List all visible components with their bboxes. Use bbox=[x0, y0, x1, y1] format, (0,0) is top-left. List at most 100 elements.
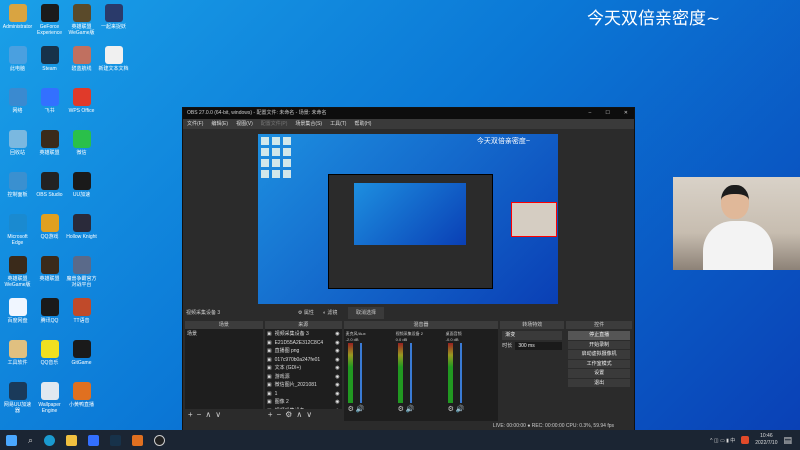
visibility-eye-icon[interactable]: ◉ bbox=[335, 356, 339, 365]
volume-slider[interactable] bbox=[459, 343, 462, 403]
control-button[interactable]: 开始录制 bbox=[568, 340, 630, 349]
desktop-icon[interactable]: 英雄联盟 bbox=[34, 128, 65, 170]
properties-button[interactable]: ⚙ 属性 bbox=[298, 307, 314, 319]
filters-button[interactable]: ◐ 滤镜 bbox=[323, 307, 337, 319]
desktop-icon[interactable]: 工具软件 bbox=[2, 338, 33, 380]
source-item[interactable]: ▣ E21D55A2E312C8C4 ◉ bbox=[267, 339, 340, 348]
volume-slider[interactable] bbox=[409, 343, 412, 403]
desktop-icon-label: TT语音 bbox=[73, 318, 90, 324]
maximize-button[interactable]: ☐ bbox=[605, 108, 609, 119]
desktop-icon[interactable]: 微信 bbox=[66, 128, 97, 170]
desktop-icon[interactable]: Administrator bbox=[2, 2, 33, 44]
source-item[interactable]: ▣ 文本 (GDI+) ◉ bbox=[267, 364, 340, 373]
desktop-icon[interactable]: GitGame bbox=[66, 338, 97, 380]
desktop-icon[interactable]: 魔兽争霸官方对战平台 bbox=[66, 254, 97, 296]
desktop-icon[interactable]: WPS Office bbox=[66, 86, 97, 128]
tray-app-icon[interactable] bbox=[741, 436, 750, 444]
desktop-icon[interactable]: 碧蓝航线 bbox=[66, 44, 97, 86]
menu-item[interactable]: 工具(T) bbox=[330, 119, 346, 129]
visibility-eye-icon[interactable]: ◉ bbox=[335, 381, 339, 390]
search-icon[interactable]: ⌕ bbox=[28, 435, 33, 446]
control-button[interactable]: 启动虚拟摄像机 bbox=[568, 350, 630, 359]
desktop-icon[interactable]: Steam bbox=[34, 44, 65, 86]
desktop-icon[interactable]: 网络 bbox=[2, 86, 33, 128]
menu-item[interactable]: 场景集合(S) bbox=[295, 119, 322, 129]
channel-settings-icon[interactable]: ⚙ 🔊 bbox=[348, 405, 365, 413]
desktop-icon[interactable]: 飞书 bbox=[34, 86, 65, 128]
source-type-icon: ▣ bbox=[266, 331, 272, 337]
app-taskbar-icon[interactable] bbox=[132, 434, 144, 446]
visibility-eye-icon[interactable]: ◉ bbox=[335, 390, 339, 399]
scene-list-controls[interactable]: +−∧∨ bbox=[185, 409, 263, 421]
control-button[interactable]: 工作室模式 bbox=[568, 359, 630, 368]
tray-icons[interactable]: ^ ◫ ▭ ▮ 中 bbox=[710, 437, 735, 444]
explorer-taskbar-icon[interactable] bbox=[66, 434, 78, 446]
visibility-eye-icon[interactable]: ◉ bbox=[335, 339, 339, 348]
desktop-icon[interactable]: 一起来捉妖 bbox=[98, 2, 129, 44]
control-button[interactable]: 退出 bbox=[568, 378, 630, 387]
channel-settings-icon[interactable]: ⚙ 🔊 bbox=[448, 405, 465, 413]
visibility-eye-icon[interactable]: ◉ bbox=[335, 347, 339, 356]
desktop-icon-label: 魔兽争霸官方对战平台 bbox=[66, 276, 97, 288]
source-item[interactable]: ▣ 017c970b0a247fe01 ◉ bbox=[267, 356, 340, 365]
edge-taskbar-icon[interactable] bbox=[44, 434, 56, 446]
desktop-icon[interactable]: UU加速 bbox=[66, 170, 97, 212]
source-item[interactable]: ▣ 1 ◉ bbox=[267, 390, 340, 399]
desktop-icon[interactable]: 英雄联盟WeGame版 bbox=[66, 2, 97, 44]
scene-item[interactable]: 场景 bbox=[187, 330, 261, 339]
desktop-icon[interactable]: TT语音 bbox=[66, 296, 97, 338]
transition-select[interactable]: 渐变 bbox=[502, 331, 563, 340]
source-item[interactable]: ▣ 图像 2 ◉ bbox=[267, 398, 340, 407]
duration-input[interactable]: 300 ms bbox=[515, 341, 563, 350]
menu-item[interactable]: 视图(V) bbox=[236, 119, 253, 129]
visibility-eye-icon[interactable]: ◉ bbox=[335, 373, 339, 382]
desktop-icon[interactable]: 百度网盘 bbox=[2, 296, 33, 338]
desktop-icon[interactable]: 英雄联盟 bbox=[34, 254, 65, 296]
notification-icon[interactable]: ▤ bbox=[783, 435, 792, 446]
source-list-controls[interactable]: +−⚙∧∨ bbox=[265, 409, 342, 421]
desktop-icon[interactable]: Wallpaper Engine bbox=[34, 380, 65, 422]
desktop-icon[interactable]: Hollow Knight bbox=[66, 212, 97, 254]
visibility-eye-icon[interactable]: ◉ bbox=[335, 330, 339, 339]
menu-item[interactable]: 帮助(H) bbox=[354, 119, 371, 129]
start-button[interactable] bbox=[6, 434, 17, 446]
clock[interactable]: 10:46 2022/7/10 bbox=[755, 433, 777, 447]
deselect-button[interactable]: 取消选择 bbox=[348, 307, 385, 319]
desktop-icon[interactable]: 英雄联盟WeGame版 bbox=[2, 254, 33, 296]
source-item[interactable]: ▣ 游戏源 ◉ bbox=[267, 373, 340, 382]
steam-taskbar-icon[interactable] bbox=[110, 434, 122, 446]
control-button[interactable]: 设置 bbox=[568, 369, 630, 378]
desktop-icon[interactable]: 回收站 bbox=[2, 128, 33, 170]
app-icon bbox=[8, 46, 27, 64]
visibility-eye-icon[interactable]: ◉ bbox=[335, 398, 339, 407]
desktop-icon[interactable]: 腾讯QQ bbox=[34, 296, 65, 338]
desktop-icon[interactable]: 新建文本文档 bbox=[98, 44, 129, 86]
desktop-icon[interactable]: GeForce Experience bbox=[34, 2, 65, 44]
preview-canvas[interactable]: 今天双倍亲密度~ bbox=[258, 134, 558, 304]
minimize-button[interactable]: – bbox=[589, 108, 592, 119]
close-button[interactable]: ✕ bbox=[624, 108, 628, 119]
source-item[interactable]: ▣ 微信图片_2021081 ◉ bbox=[267, 381, 340, 390]
desktop-icon[interactable]: OBS Studio bbox=[34, 170, 65, 212]
source-item[interactable]: ▣ 视频采集设备 3 ◉ bbox=[267, 330, 340, 339]
obs-taskbar-icon[interactable] bbox=[154, 434, 166, 446]
desktop-icon[interactable]: QQ音乐 bbox=[34, 338, 65, 380]
desktop-icon[interactable]: Microsoft Edge bbox=[2, 212, 33, 254]
desktop-icon[interactable]: 网易UU加速器 bbox=[2, 380, 33, 422]
feishu-taskbar-icon[interactable] bbox=[88, 434, 100, 446]
app-icon bbox=[8, 298, 27, 316]
desktop-icon[interactable]: 此电脑 bbox=[2, 44, 33, 86]
desktop-icon[interactable]: 控制面板 bbox=[2, 170, 33, 212]
menu-item[interactable]: 配置文件(P) bbox=[261, 119, 288, 129]
source-item[interactable]: ▣ 直播图 png ◉ bbox=[267, 347, 340, 356]
desktop-icon[interactable]: 小黄鸭直播 bbox=[66, 380, 97, 422]
menu-item[interactable]: 编辑(E) bbox=[211, 119, 228, 129]
control-button[interactable]: 停止直播 bbox=[568, 331, 630, 340]
visibility-eye-icon[interactable]: ◉ bbox=[335, 364, 339, 373]
menu-item[interactable]: 文件(F) bbox=[187, 119, 203, 129]
volume-slider[interactable] bbox=[359, 343, 362, 403]
selected-webcam-source[interactable] bbox=[511, 202, 557, 237]
channel-settings-icon[interactable]: ⚙ 🔊 bbox=[398, 405, 415, 413]
desktop-icon[interactable]: QQ游戏 bbox=[34, 212, 65, 254]
preview-banner-text: 今天双倍亲密度~ bbox=[476, 138, 530, 145]
